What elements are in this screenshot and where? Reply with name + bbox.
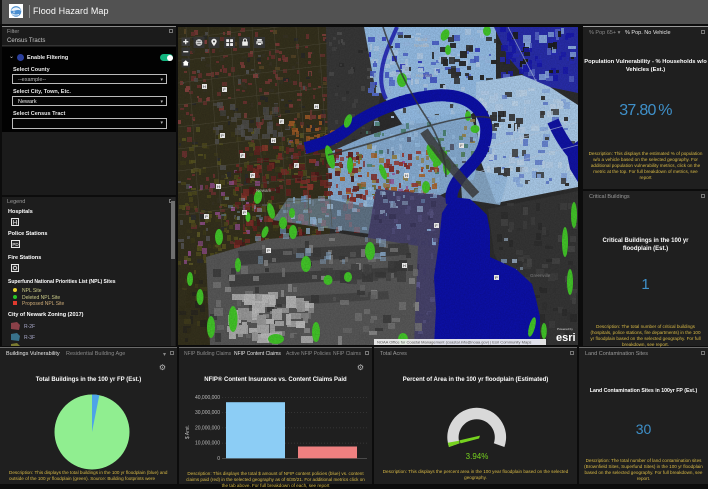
svg-text:40,000,000: 40,000,000 — [195, 395, 220, 401]
svg-text:0: 0 — [217, 456, 220, 462]
svg-text:10,000,000: 10,000,000 — [195, 441, 220, 447]
svg-text:NOAA Office for Coastal Manage: NOAA Office for Coastal Management (coas… — [377, 340, 531, 345]
svg-text:PD: PD — [12, 242, 19, 247]
svg-text:20,000,000: 20,000,000 — [195, 425, 220, 431]
svg-text:esri: esri — [556, 332, 576, 344]
svg-text:H: H — [13, 220, 17, 226]
svg-text:$ Amt.: $ Amt. — [185, 425, 191, 439]
svg-text:30,000,000: 30,000,000 — [195, 410, 220, 416]
svg-text:Powered by: Powered by — [557, 327, 573, 331]
